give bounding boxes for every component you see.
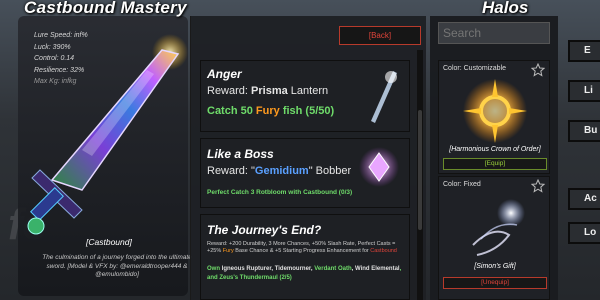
req-item: Zeus's Thundermaul <box>219 275 278 281</box>
req-own: Own <box>207 266 222 272</box>
quest-progress: Perfect Catch 3 Rotbloom with Castbound … <box>207 189 353 196</box>
side-menu-button[interactable]: Lo <box>568 222 600 244</box>
favorite-star-icon[interactable] <box>531 179 545 193</box>
simons-gift-halo-icon <box>472 199 525 256</box>
favorite-star-icon[interactable] <box>531 63 545 77</box>
equip-button[interactable]: [Equip] <box>443 158 547 170</box>
search-input[interactable] <box>438 22 550 44</box>
quest-card-like-a-boss[interactable]: Like a Boss Reward: "Gemidium" Bobber Pe… <box>200 138 410 208</box>
quest-progress: Catch 50 Fury fish (5/50) <box>207 105 334 117</box>
crown-halo-icon <box>463 79 527 143</box>
side-menu-button[interactable]: Li <box>568 80 600 102</box>
side-menu-button[interactable]: Ac <box>568 188 600 210</box>
details-part: Base Chance & +5 Starting Progress Enhan… <box>233 248 371 254</box>
details-castbound: Castbound <box>370 248 397 254</box>
halos-title: Halos <box>482 0 529 17</box>
quest-title: Like a Boss <box>207 147 274 161</box>
progress-suffix: fish (5/50) <box>279 105 335 117</box>
halo-card[interactable]: Color: Fixed [Simon's Gift] [Unequip] <box>438 176 550 300</box>
back-button[interactable]: [Back] <box>339 26 421 45</box>
reward-name: Prisma <box>251 85 288 97</box>
quest-reward-details: Reward: +200 Durability, 3 More Chances,… <box>207 241 407 255</box>
halo-color-label: Color: Customizable <box>443 65 507 72</box>
quest-card-journeys-end[interactable]: The Journey's End? Reward: +200 Durabili… <box>200 214 410 300</box>
quest-requirements: Own Igneous Rupturer, Tidemourner, Verda… <box>207 265 409 283</box>
reward-prefix: Reward: " <box>207 165 255 177</box>
req-item: Verdant Oath <box>314 266 352 272</box>
item-description: The culmination of a journey forged into… <box>42 254 192 278</box>
halo-name: [Simon's Gift] <box>474 263 516 270</box>
mastery-title: Castbound Mastery <box>24 0 187 17</box>
req-count: (2/5) <box>277 275 292 281</box>
progress-prefix: Catch 50 <box>207 105 256 117</box>
item-label: [Castbound] <box>86 237 132 247</box>
reward-prefix: Reward: <box>207 85 252 97</box>
reward-suffix: " Bobber <box>308 165 352 177</box>
halo-color-label: Color: Fixed <box>443 181 481 188</box>
quest-reward: Reward: "Gemidium" Bobber <box>207 165 351 177</box>
details-fury: Fury <box>222 248 234 254</box>
quest-title: The Journey's End? <box>207 223 322 237</box>
req-item: Tidemourner <box>274 266 311 272</box>
side-menu-button[interactable]: Bu <box>568 120 600 142</box>
side-menu-button[interactable]: E <box>568 40 600 62</box>
quest-scrollbar-thumb[interactable] <box>418 110 422 230</box>
gem-bobber-icon <box>359 147 399 187</box>
halo-card[interactable]: Color: Customizable [Harmonious Crown of… <box>438 60 550 174</box>
req-item: Wind Elemental <box>354 266 400 272</box>
quest-card-anger[interactable]: Anger Reward: Prisma Lantern Catch 50 Fu… <box>200 60 410 132</box>
quest-title: Anger <box>207 67 242 81</box>
unequip-button[interactable]: [Unequip] <box>443 277 547 289</box>
reward-suffix: Lantern <box>287 85 329 97</box>
progress-highlight: Fury <box>255 105 280 117</box>
lantern-reward-icon <box>371 71 397 123</box>
reward-name: Gemidium <box>254 165 309 177</box>
halo-name: [Harmonious Crown of Order] <box>449 146 541 153</box>
castbound-sword-image <box>27 34 188 235</box>
quest-reward: Reward: Prisma Lantern <box>207 85 328 97</box>
req-item: Igneous Rupturer <box>221 266 272 272</box>
